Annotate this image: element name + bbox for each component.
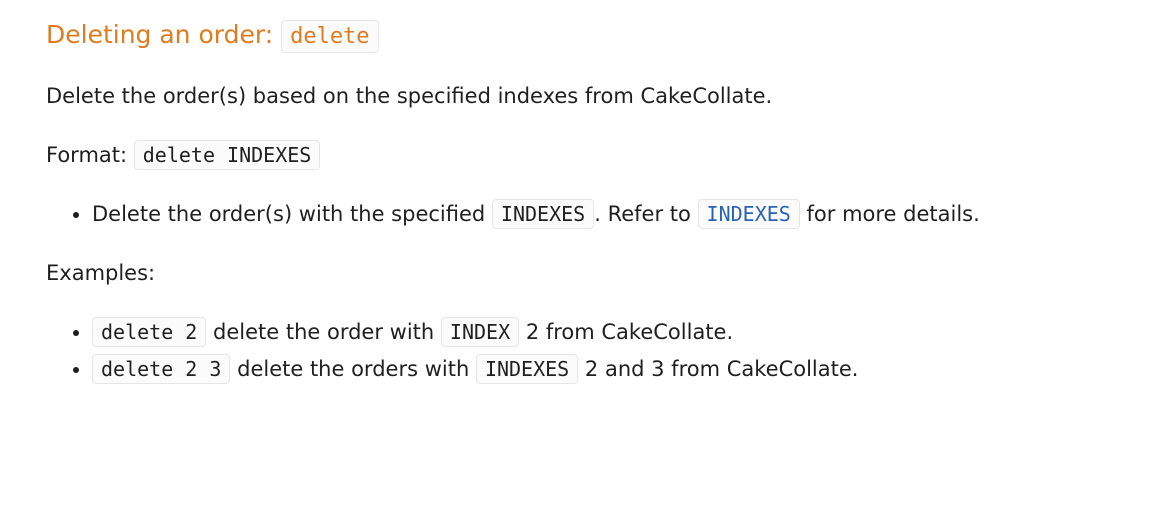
examples-label: Examples:: [46, 261, 156, 285]
example-text-pre: delete the order with: [213, 320, 435, 344]
format-line: Format: delete INDEXES: [46, 140, 1114, 170]
list-item: delete 2 3 delete the orders with INDEXE…: [92, 354, 1114, 384]
section-heading: Deleting an order: delete: [46, 16, 1114, 54]
example-text-post: 2 and 3 from CakeCollate.: [584, 357, 859, 381]
example-command-code: delete 2 3: [92, 354, 231, 384]
list-item: delete 2 delete the order with INDEX 2 f…: [92, 317, 1114, 347]
indexes-link[interactable]: INDEXES: [697, 199, 800, 229]
format-syntax-code: delete INDEXES: [133, 140, 321, 170]
description-text: Delete the order(s) based on the specifi…: [46, 84, 773, 108]
example-param-code: INDEX: [440, 317, 520, 347]
format-label: Format:: [46, 143, 128, 167]
notes-list: Delete the order(s) with the specified I…: [46, 199, 1114, 229]
note-text-post: for more details.: [806, 202, 980, 226]
note-text-mid: . Refer to: [594, 202, 691, 226]
note-param-code: INDEXES: [491, 199, 595, 229]
example-param-code: INDEXES: [475, 354, 579, 384]
note-text-pre: Delete the order(s) with the specified: [92, 202, 486, 226]
list-item: Delete the order(s) with the specified I…: [92, 199, 1114, 229]
example-text-post: 2 from CakeCollate.: [525, 320, 734, 344]
heading-text: Deleting an order:: [46, 20, 274, 49]
example-command-code: delete 2: [92, 317, 207, 347]
examples-list: delete 2 delete the order with INDEX 2 f…: [46, 317, 1114, 384]
example-text-pre: delete the orders with: [237, 357, 470, 381]
doc-section: Deleting an order: delete Delete the ord…: [0, 0, 1160, 384]
heading-command-code: delete: [281, 20, 379, 53]
